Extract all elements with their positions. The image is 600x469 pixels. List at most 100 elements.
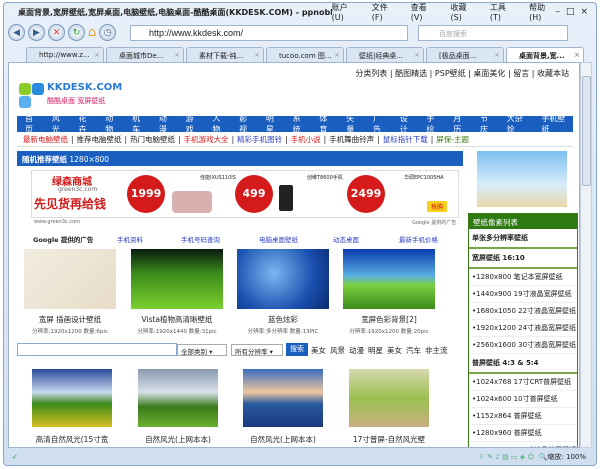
close-icon[interactable]: ×	[580, 7, 588, 17]
wallpaper-thumbnail[interactable]	[131, 249, 223, 309]
wallpaper-title[interactable]: 宽屏 插画设计壁纸	[15, 314, 125, 325]
google-ad-link[interactable]: 动态桌面	[333, 234, 359, 244]
wallpaper-thumbnail[interactable]	[24, 249, 116, 309]
history-button[interactable]: ◷	[99, 24, 117, 41]
browser-tab[interactable]: 壁纸|经典桌... ×	[346, 47, 424, 62]
top-links[interactable]: 分类列表 | 酷图精选 | PSP壁纸 | 桌面美化 | 留言 | 收藏本站	[355, 68, 569, 79]
tab-label: 壁纸|经典桌...	[359, 52, 404, 60]
sidebar-resolution-link[interactable]: •1024x768 17寸CRT普屏壁纸	[469, 374, 577, 391]
menu-item[interactable]: 收藏(S)	[451, 2, 476, 22]
address-bar[interactable]: http://www.kkdesk.com/	[130, 25, 408, 41]
sidebar-group[interactable]: 宽屏壁纸 16:10	[469, 249, 577, 269]
keyword-link[interactable]: 汽车	[406, 345, 421, 356]
home-icon[interactable]: ⌂	[88, 25, 96, 40]
sidebar-resolution-link[interactable]: •1280x960 普屏壁纸	[469, 425, 577, 442]
wallpaper-thumbnail[interactable]	[32, 369, 112, 427]
sidebar-resolution-link[interactable]: •1440x900 19寸液晶宽屏壁纸	[469, 286, 577, 303]
sidebar-resolution-link[interactable]: •1920x1200 24寸液晶宽屏壁纸	[469, 320, 577, 337]
forward-button[interactable]: ▶	[28, 24, 45, 41]
subnav-link[interactable]: 鼠标指针下载	[383, 134, 428, 145]
keyword-link[interactable]: 非主流	[425, 345, 448, 356]
side-ad-image[interactable]	[477, 151, 567, 207]
section-resolution: 1280×800	[69, 155, 110, 164]
sidebar-resolution-link[interactable]: •1680x1050 22寸液晶宽屏壁纸	[469, 303, 577, 320]
hot-keywords: 美女 风景 动漫 明星 美女 汽车 非主流	[311, 345, 448, 356]
sidebar-resolution-link[interactable]: •2560x1600 30寸液晶宽屏壁纸	[469, 337, 577, 354]
menu-item[interactable]: 查看(V)	[411, 2, 437, 22]
google-ad-link[interactable]: 最新手机价格	[399, 234, 438, 244]
menu-item[interactable]: 账户(U)	[332, 2, 358, 22]
wallpaper-title[interactable]: 自然风光(上网本本)	[233, 434, 333, 445]
stop-button[interactable]: ✕	[48, 24, 65, 41]
search-button[interactable]: 搜索	[286, 343, 308, 356]
refresh-button[interactable]: ↻	[68, 24, 85, 41]
keyword-link[interactable]: 动漫	[349, 345, 364, 356]
subnav-link[interactable]: 推荐电脑壁纸	[77, 134, 122, 145]
tab-close-icon[interactable]: ×	[414, 51, 420, 59]
minimize-icon[interactable]: –	[555, 7, 560, 17]
keyword-link[interactable]: 风景	[330, 345, 345, 356]
wallpaper-title[interactable]: Vista植物高清晰壁纸	[122, 314, 232, 325]
ad-banner[interactable]: 绿森商城 green3c.com 先见货再给钱 1999 佳能IXUS110IS…	[31, 170, 459, 226]
site-logo[interactable]: KKDESK.COM 酷酷桌面 宽屏壁纸	[19, 81, 159, 115]
section-header: 随机推荐壁纸 1280×800	[17, 151, 463, 166]
zoom-icon[interactable]: 🔍	[539, 453, 548, 461]
google-ad-link[interactable]: 手机资料	[117, 234, 143, 244]
keyword-link[interactable]: 明星	[368, 345, 383, 356]
browser-tab[interactable]: tucoo.com 图... ×	[266, 47, 344, 62]
google-ad-link[interactable]: 手机号码查询	[181, 234, 220, 244]
tab-close-icon[interactable]: ×	[494, 51, 500, 59]
keyword-link[interactable]: 美女	[311, 345, 326, 356]
browser-tab[interactable]: 桌面城市De... ×	[106, 47, 184, 62]
search-keyword-input[interactable]	[17, 343, 177, 356]
subnav-link[interactable]: 手机舞曲铃声	[329, 134, 374, 145]
tab-close-icon[interactable]: ×	[574, 51, 580, 59]
wallpaper-title[interactable]: 17寸普屏-自然风光壁	[339, 434, 439, 445]
subnav-link[interactable]: 精彩手机图铃	[237, 134, 282, 145]
menu-item[interactable]: 文件(F)	[372, 2, 397, 22]
ad-buy-button[interactable]: 抢购	[427, 201, 448, 212]
menu-bar: 账户(U) 文件(F) 查看(V) 收藏(S) 工具(T) 帮助(H)	[332, 2, 556, 22]
browser-tab[interactable]: 桌面背景,宽... ×	[506, 47, 584, 62]
wallpaper-thumbnail[interactable]	[243, 369, 323, 427]
wallpaper-title[interactable]: 高清自然风光(15寸宽	[22, 434, 122, 445]
tab-close-icon[interactable]: ×	[174, 51, 180, 59]
maximize-icon[interactable]: □	[566, 7, 575, 17]
sidebar-resolution-link[interactable]: •1280x800 笔记本宽屏壁纸	[469, 269, 577, 286]
subnav-link[interactable]: 热门电脑壁纸	[130, 134, 175, 145]
section-title: 随机推荐壁纸	[22, 155, 67, 164]
back-button[interactable]: ◀	[8, 24, 25, 41]
wallpaper-thumbnail[interactable]	[138, 369, 218, 427]
browser-tab[interactable]: 素材下载-纯... ×	[186, 47, 264, 62]
subnav-link[interactable]: 屏保-主题	[436, 134, 469, 145]
sidebar-resolution-link[interactable]: •1024x600 10寸普屏壁纸	[469, 391, 577, 408]
sidebar-group[interactable]: 单张多分辨率壁纸	[469, 229, 577, 249]
subnav-link[interactable]: 最新电脑壁纸	[23, 134, 68, 145]
subnav-link[interactable]: 手机游戏大全	[184, 134, 229, 145]
search-input[interactable]: 百度搜索	[418, 25, 568, 41]
wallpaper-info: 分辨率:多分辨率 数量:13PIC	[247, 329, 319, 335]
sidebar-group[interactable]: 普屏壁纸 4:3 & 5:4	[469, 354, 577, 374]
browser-tab[interactable]: http://www.z... ×	[26, 47, 104, 62]
tab-close-icon[interactable]: ×	[334, 51, 340, 59]
menu-item[interactable]: 帮助(H)	[529, 2, 555, 22]
resolution-select[interactable]: 所有分辨率 ▾	[231, 344, 283, 356]
tab-close-icon[interactable]: ×	[94, 51, 100, 59]
google-ad-link[interactable]: 电脑桌面壁纸	[259, 234, 298, 244]
ad-price: 499	[235, 175, 273, 213]
wallpaper-thumbnail[interactable]	[349, 369, 429, 427]
wallpaper-thumbnail[interactable]	[343, 249, 435, 309]
tab-close-icon[interactable]: ×	[254, 51, 260, 59]
browser-tab[interactable]: [极品桌面... ×	[426, 47, 504, 62]
wallpaper-title[interactable]: 宽屏色彩背景[2]	[334, 314, 444, 325]
keyword-link[interactable]: 美女	[387, 345, 402, 356]
wallpaper-title[interactable]: 蓝色炫彩	[228, 314, 338, 325]
scrollbar-thumb[interactable]	[582, 76, 591, 186]
subnav-link[interactable]: 手机小说	[291, 134, 321, 145]
zoom-level[interactable]: 缩放: 100%	[547, 452, 586, 462]
menu-item[interactable]: 工具(T)	[490, 2, 515, 22]
wallpaper-thumbnail[interactable]	[237, 249, 329, 309]
category-select[interactable]: 全部类别 ▾	[177, 344, 227, 356]
sidebar-resolution-link[interactable]: •1152x864 普屏壁纸	[469, 408, 577, 425]
wallpaper-title[interactable]: 自然风光(上网本本)	[128, 434, 228, 445]
